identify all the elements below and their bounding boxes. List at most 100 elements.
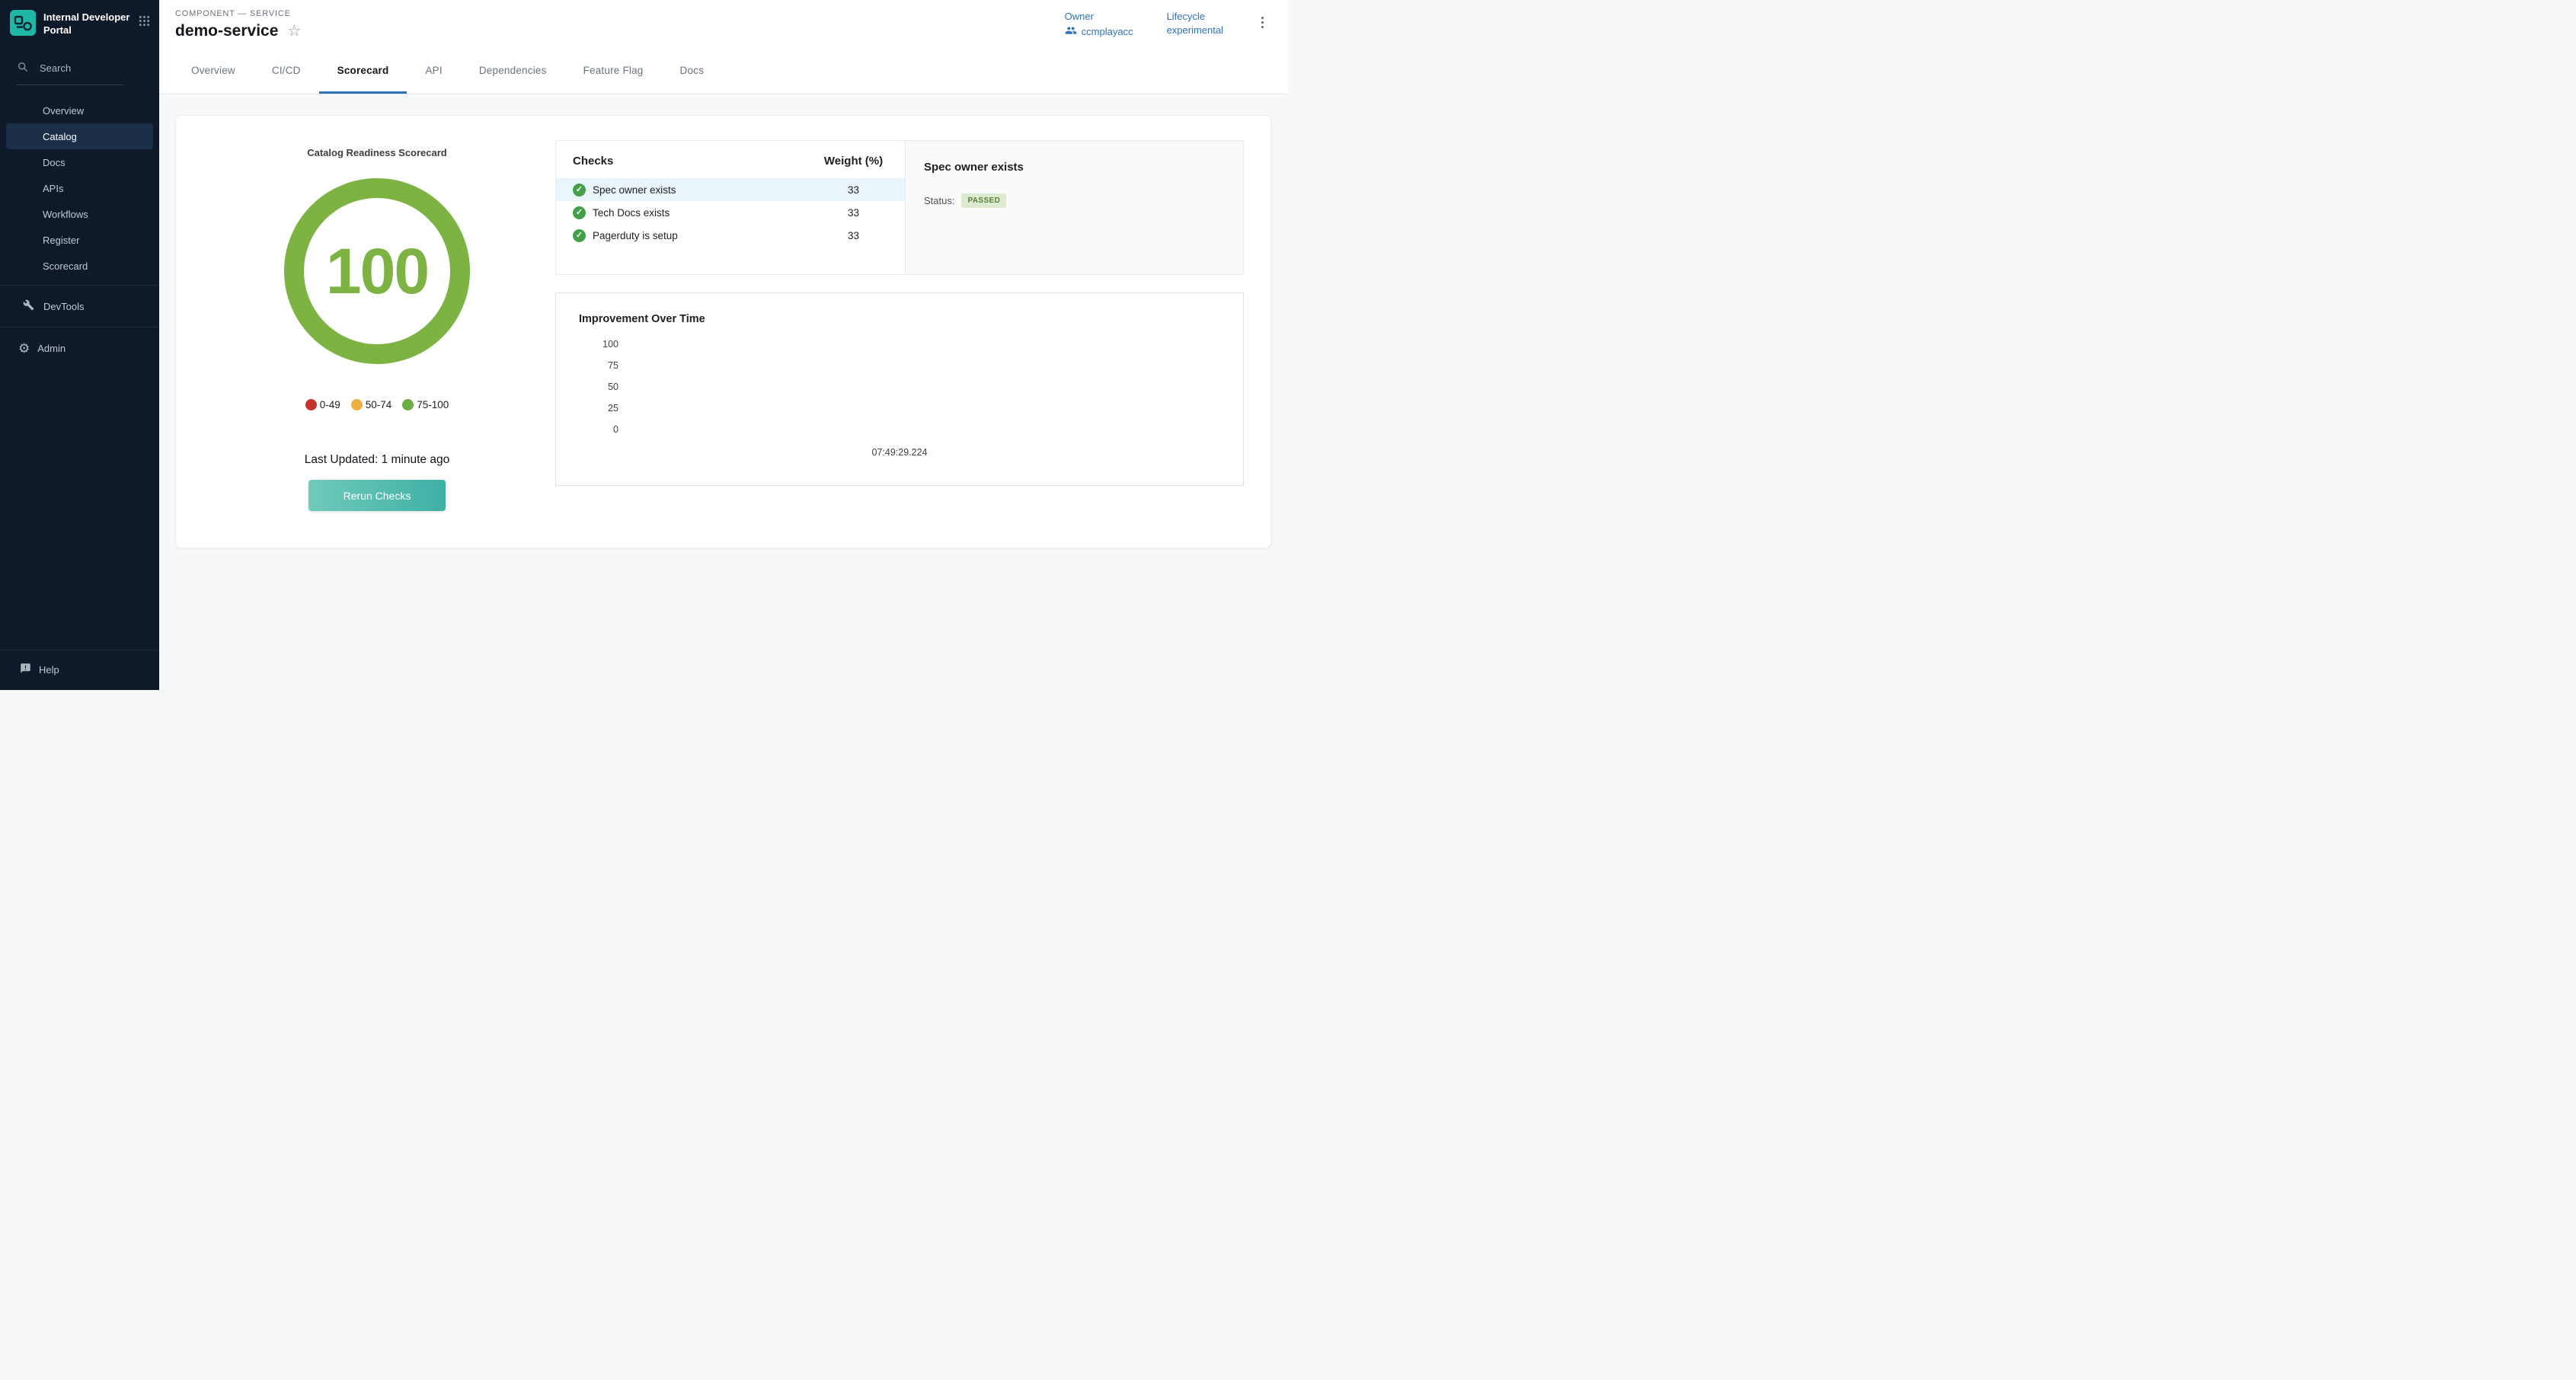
score-value: 100 <box>326 235 428 308</box>
sidebar-item-label: Docs <box>43 157 66 168</box>
tab-docs[interactable]: Docs <box>662 47 723 94</box>
tab-overview[interactable]: Overview <box>173 47 254 94</box>
owner-link[interactable]: ccmplayacc <box>1065 24 1133 39</box>
search-input[interactable]: Search <box>17 55 124 85</box>
legend-label: 0-49 <box>320 399 340 410</box>
check-name: Tech Docs exists <box>593 207 670 219</box>
sidebar-item-help[interactable]: Help <box>0 650 159 690</box>
owner-label: Owner <box>1065 11 1133 22</box>
y-axis-tick: 75 <box>579 360 618 382</box>
legend-dot-green <box>402 399 414 410</box>
legend-label: 75-100 <box>417 399 449 410</box>
sidebar-item-label: Catalog <box>43 131 77 142</box>
sidebar-spacer <box>0 363 159 650</box>
check-passed-icon: ✓ <box>573 229 586 242</box>
status-badge: PASSED <box>961 193 1006 208</box>
check-weight: 33 <box>802 207 905 219</box>
score-legend: 0-49 50-74 75-100 <box>305 399 449 410</box>
sidebar-divider <box>0 285 159 286</box>
tab-feature-flag[interactable]: Feature Flag <box>565 47 662 94</box>
x-axis-tick: 07:49:29.224 <box>579 447 1220 458</box>
legend-item-high: 75-100 <box>402 399 449 410</box>
sidebar-item-register[interactable]: Register <box>6 227 153 253</box>
sidebar-item-scorecard[interactable]: Scorecard <box>6 253 153 279</box>
tab-cicd[interactable]: CI/CD <box>254 47 319 94</box>
apps-grid-icon[interactable] <box>139 15 150 30</box>
sidebar-item-overview[interactable]: Overview <box>6 97 153 123</box>
sidebar-item-workflows[interactable]: Workflows <box>6 201 153 227</box>
check-name: Pagerduty is setup <box>593 230 678 241</box>
tab-label: Docs <box>680 65 705 76</box>
checks-title: Checks <box>556 155 802 168</box>
admin-label: Admin <box>37 343 66 354</box>
chart-title: Improvement Over Time <box>579 313 1220 325</box>
wrench-icon <box>23 299 34 313</box>
sidebar-item-admin[interactable]: ⚙ Admin <box>0 334 159 363</box>
scorecard-title: Catalog Readiness Scorecard <box>307 147 447 158</box>
improvement-chart-panel: Improvement Over Time 100 75 50 25 0 07:… <box>555 292 1244 486</box>
score-column: Catalog Readiness Scorecard 100 0-49 50-… <box>199 140 555 548</box>
lifecycle-value: experimental <box>1167 24 1223 36</box>
group-icon <box>1065 24 1077 39</box>
gear-icon: ⚙ <box>18 342 30 355</box>
y-axis-tick: 0 <box>579 424 618 446</box>
check-passed-icon: ✓ <box>573 184 586 196</box>
check-row-spec-owner[interactable]: ✓ Spec owner exists 33 <box>556 178 905 201</box>
checks-table-header: Checks Weight (%) <box>556 155 905 178</box>
status-label: Status: <box>924 195 954 206</box>
page-title: demo-service <box>175 22 278 40</box>
lifecycle-label: Lifecycle <box>1167 11 1223 22</box>
tab-dependencies[interactable]: Dependencies <box>461 47 565 94</box>
sidebar-item-label: Overview <box>43 105 84 117</box>
lifecycle-block: Lifecycle experimental <box>1167 11 1223 36</box>
rerun-checks-button[interactable]: Rerun Checks <box>308 480 446 511</box>
sidebar-item-catalog[interactable]: Catalog <box>6 123 153 149</box>
check-weight: 33 <box>802 230 905 241</box>
devtools-label: DevTools <box>43 301 84 312</box>
tab-content: Catalog Readiness Scorecard 100 0-49 50-… <box>159 94 1288 690</box>
tab-label: CI/CD <box>272 65 301 76</box>
sidebar-item-docs[interactable]: Docs <box>6 149 153 175</box>
sidebar-header: Internal Developer Portal <box>0 0 159 46</box>
y-axis-tick: 50 <box>579 382 618 403</box>
checks-table: Checks Weight (%) ✓ Spec owner exists 33 <box>556 141 905 274</box>
chart-plot-area: 100 75 50 25 0 07:49:29.224 <box>579 339 1220 458</box>
tab-api[interactable]: API <box>407 47 460 94</box>
tab-label: Overview <box>191 65 235 76</box>
main-area: COMPONENT — SERVICE demo-service ☆ Owner… <box>159 0 1288 690</box>
more-options-icon[interactable] <box>1257 12 1268 33</box>
scorecard-card: Catalog Readiness Scorecard 100 0-49 50-… <box>175 115 1271 548</box>
entity-heading: COMPONENT — SERVICE demo-service ☆ <box>175 9 301 40</box>
legend-dot-red <box>305 399 317 410</box>
last-updated-text: Last Updated: 1 minute ago <box>305 453 449 467</box>
search-icon <box>17 61 29 75</box>
checks-column: Checks Weight (%) ✓ Spec owner exists 33 <box>555 140 1244 548</box>
legend-label: 50-74 <box>366 399 392 410</box>
sidebar-item-devtools[interactable]: DevTools <box>0 292 159 321</box>
tab-label: Feature Flag <box>583 65 644 76</box>
legend-dot-amber <box>351 399 363 410</box>
check-passed-icon: ✓ <box>573 206 586 219</box>
check-row-tech-docs[interactable]: ✓ Tech Docs exists 33 <box>556 201 905 224</box>
tab-label: Scorecard <box>337 65 389 76</box>
entity-tabs: Overview CI/CD Scorecard API Dependencie… <box>159 47 1288 94</box>
check-row-pagerduty[interactable]: ✓ Pagerduty is setup 33 <box>556 224 905 247</box>
check-weight: 33 <box>802 184 905 196</box>
favorite-star-icon[interactable]: ☆ <box>287 24 301 39</box>
help-label: Help <box>39 664 59 676</box>
breadcrumb: COMPONENT — SERVICE <box>175 9 301 18</box>
y-axis-tick: 100 <box>579 339 618 360</box>
sidebar-item-label: Workflows <box>43 209 88 220</box>
check-detail-status: Status: PASSED <box>924 193 1225 208</box>
y-axis-tick: 25 <box>579 403 618 424</box>
checks-panel: Checks Weight (%) ✓ Spec owner exists 33 <box>555 140 1244 275</box>
sidebar-item-apis[interactable]: APIs <box>6 175 153 201</box>
sidebar-item-label: Register <box>43 235 79 246</box>
check-detail-panel: Spec owner exists Status: PASSED <box>905 141 1243 274</box>
sidebar-nav: Overview Catalog Docs APIs Workflows Reg… <box>0 90 159 279</box>
legend-item-mid: 50-74 <box>351 399 392 410</box>
sidebar: Internal Developer Portal Search Overvie… <box>0 0 159 690</box>
legend-item-low: 0-49 <box>305 399 340 410</box>
score-gauge: 100 <box>284 178 470 364</box>
tab-scorecard[interactable]: Scorecard <box>319 47 407 94</box>
